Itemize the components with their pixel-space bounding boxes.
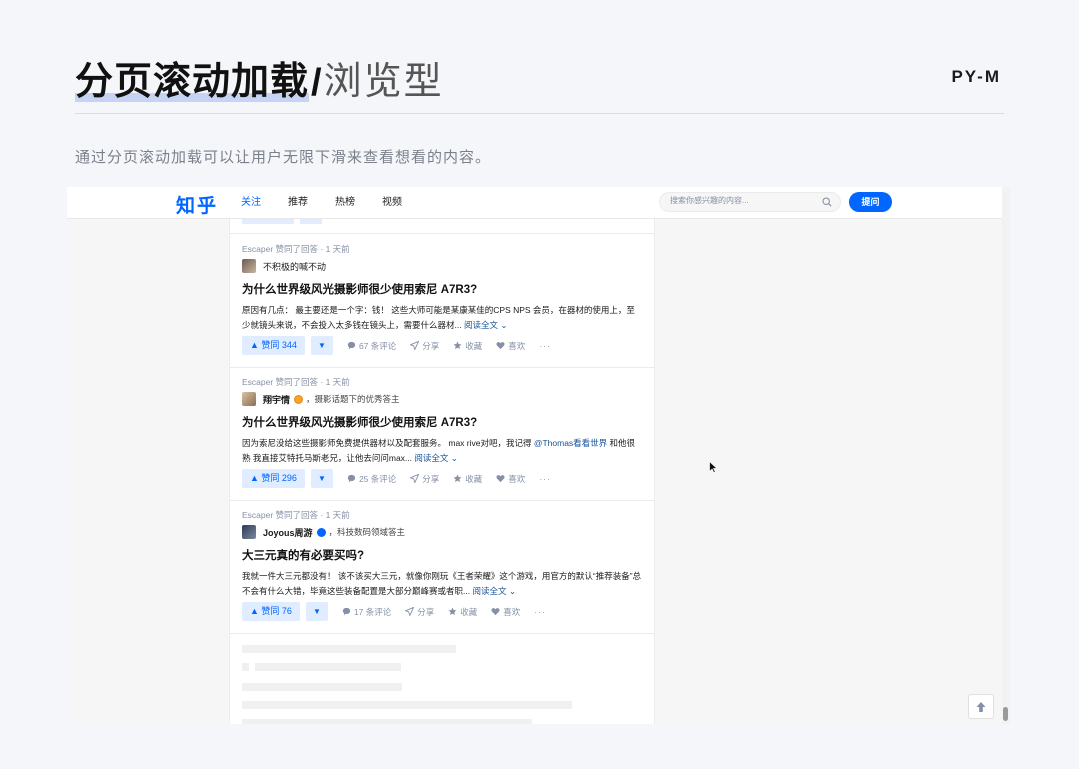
top-nav: 知乎 关注 推荐 热榜 视频 提问	[67, 187, 1002, 219]
comment-button[interactable]: 17 条评论	[342, 606, 391, 618]
question-title[interactable]: 为什么世界级风光摄影师很少使用索尼 A7R3?	[242, 414, 477, 430]
user-mention-link[interactable]: @Thomas看看世界	[534, 438, 607, 448]
like-button[interactable]: 喜欢	[491, 606, 520, 618]
comment-icon	[347, 474, 356, 483]
share-button[interactable]: 分享	[405, 606, 434, 618]
brand-mark: PY-M	[951, 67, 1001, 86]
avatar[interactable]	[242, 259, 256, 273]
answer-excerpt[interactable]: 原因有几点： 最主要还是一个字：钱！ 这些大师可能是某康某佳的CPS NPS 会…	[242, 303, 642, 333]
share-icon	[410, 474, 420, 483]
question-title[interactable]: 大三元真的有必要买吗?	[242, 547, 364, 563]
slide-title-sub: 浏览型	[323, 61, 444, 103]
activity-meta: Escaper 赞同了回答 · 1 天前	[242, 244, 350, 254]
slide-title-separator: /	[311, 62, 322, 104]
action-bar: ▲ 赞同 76 ▼ 17 条评论 分享 收藏 喜欢 ···	[242, 602, 546, 621]
search-box[interactable]	[659, 192, 841, 212]
search-icon[interactable]	[822, 197, 832, 207]
upvote-button[interactable]: ▲ 赞同 296	[242, 469, 305, 488]
more-options-icon[interactable]: ···	[539, 474, 551, 484]
back-to-top-button[interactable]	[968, 694, 994, 719]
star-icon	[453, 341, 462, 350]
page-scrollbar[interactable]	[1002, 187, 1010, 724]
answer-excerpt[interactable]: 我就一件大三元都没有！ 该不该买大三元，就像你刚玩《王者荣耀》这个游戏，用官方的…	[242, 569, 642, 599]
comment-button[interactable]: 67 条评论	[347, 340, 396, 352]
action-bar: ▲ 赞同 296 ▼ 25 条评论 分享 收藏 喜欢 ···	[242, 469, 551, 488]
verified-badge-icon	[316, 527, 326, 537]
skeleton-line	[242, 683, 402, 691]
author-name[interactable]: Joyous周游	[263, 526, 313, 539]
more-options-icon[interactable]: ···	[539, 341, 551, 351]
nav-tabs: 关注 推荐 热榜 视频	[241, 187, 429, 218]
read-more-link[interactable]: 阅读全文 ⌄	[464, 320, 507, 330]
comment-icon	[342, 607, 351, 616]
star-icon	[453, 474, 462, 483]
slide-description: 通过分页滚动加载可以让用户无限下滑来查看想看的内容。	[75, 149, 492, 166]
action-bar: ▲ 赞同 344 ▼ 67 条评论 分享 收藏 喜欢 ···	[242, 336, 551, 355]
arrow-up-icon	[976, 701, 986, 712]
share-icon	[410, 341, 420, 350]
tab-recommend[interactable]: 推荐	[288, 187, 308, 218]
like-button[interactable]: 喜欢	[496, 340, 525, 352]
answer-excerpt[interactable]: 因为索尼没给这些摄影师免费提供器材以及配套服务。 max rive对吧，我记得 …	[242, 436, 642, 466]
slide-title: 分页滚动加载 / 浏览型	[75, 57, 444, 105]
like-button[interactable]: 喜欢	[496, 473, 525, 485]
upvote-button[interactable]: ▲ 赞同 76	[242, 602, 300, 621]
comment-button[interactable]: 25 条评论	[347, 473, 396, 485]
avatar[interactable]	[242, 392, 256, 406]
author-row: 翔宇情 ，摄影话题下的优秀答主	[242, 392, 400, 406]
activity-meta: Escaper 赞同了回答 · 1 天前	[242, 377, 350, 387]
downvote-button[interactable]: ▼	[310, 469, 333, 488]
heart-icon	[496, 342, 505, 350]
collect-button[interactable]: 收藏	[453, 340, 482, 352]
share-button[interactable]: 分享	[410, 340, 439, 352]
heart-icon	[496, 475, 505, 483]
author-name[interactable]: 不积极的喊不动	[263, 260, 326, 273]
read-more-link[interactable]: 阅读全文 ⌄	[472, 586, 515, 596]
avatar[interactable]	[242, 525, 256, 539]
feed-list: Escaper 赞同了回答 · 1 天前 不积极的喊不动 为什么世界级风光摄影师…	[229, 205, 655, 724]
skeleton-line	[242, 701, 572, 709]
star-icon	[448, 607, 457, 616]
browser-viewport: 知乎 关注 推荐 热榜 视频 提问 Escaper 赞同了回答 · 1 天前	[67, 187, 1003, 724]
upvote-button[interactable]: ▲ 赞同 344	[242, 336, 305, 355]
feed-card[interactable]: Escaper 赞同了回答 · 1 天前 翔宇情 ，摄影话题下的优秀答主 为什么…	[230, 367, 654, 501]
scrollbar-thumb[interactable]	[1003, 707, 1008, 721]
collect-button[interactable]: 收藏	[453, 473, 482, 485]
skeleton-line	[255, 663, 401, 671]
comment-icon	[347, 341, 356, 350]
skeleton-line	[242, 645, 456, 653]
activity-meta: Escaper 赞同了回答 · 1 天前	[242, 510, 350, 520]
feed-card[interactable]: Escaper 赞同了回答 · 1 天前 Joyous周游 ，科技数码领域答主 …	[230, 500, 654, 634]
downvote-button[interactable]: ▼	[305, 602, 328, 621]
header-divider	[75, 113, 1004, 114]
search-input[interactable]	[670, 196, 810, 205]
question-title[interactable]: 为什么世界级风光摄影师很少使用索尼 A7R3?	[242, 281, 477, 297]
author-row: Joyous周游 ，科技数码领域答主	[242, 525, 405, 539]
tab-follow[interactable]: 关注	[241, 187, 261, 218]
skeleton-line	[242, 719, 532, 724]
heart-icon	[491, 608, 500, 616]
feed-card[interactable]: Escaper 赞同了回答 · 1 天前 不积极的喊不动 为什么世界级风光摄影师…	[230, 234, 654, 368]
slide-title-main: 分页滚动加载	[75, 50, 310, 105]
share-button[interactable]: 分享	[410, 473, 439, 485]
skeleton-line	[242, 663, 249, 671]
share-icon	[405, 607, 415, 616]
mouse-cursor-icon	[709, 461, 718, 473]
downvote-button[interactable]: ▼	[310, 336, 333, 355]
author-name[interactable]: 翔宇情	[263, 393, 290, 406]
read-more-link[interactable]: 阅读全文 ⌄	[414, 453, 457, 463]
collect-button[interactable]: 收藏	[448, 606, 477, 618]
tab-video[interactable]: 视频	[382, 187, 402, 218]
author-description: ，摄影话题下的优秀答主	[306, 394, 400, 404]
author-description: ，科技数码领域答主	[328, 527, 406, 537]
more-options-icon[interactable]: ···	[534, 607, 546, 617]
tab-hot[interactable]: 热榜	[335, 187, 355, 218]
author-row: 不积极的喊不动	[242, 259, 326, 273]
zhihu-logo[interactable]: 知乎	[176, 191, 218, 218]
excellent-answerer-badge-icon	[294, 394, 304, 404]
ask-question-button[interactable]: 提问	[849, 192, 892, 212]
